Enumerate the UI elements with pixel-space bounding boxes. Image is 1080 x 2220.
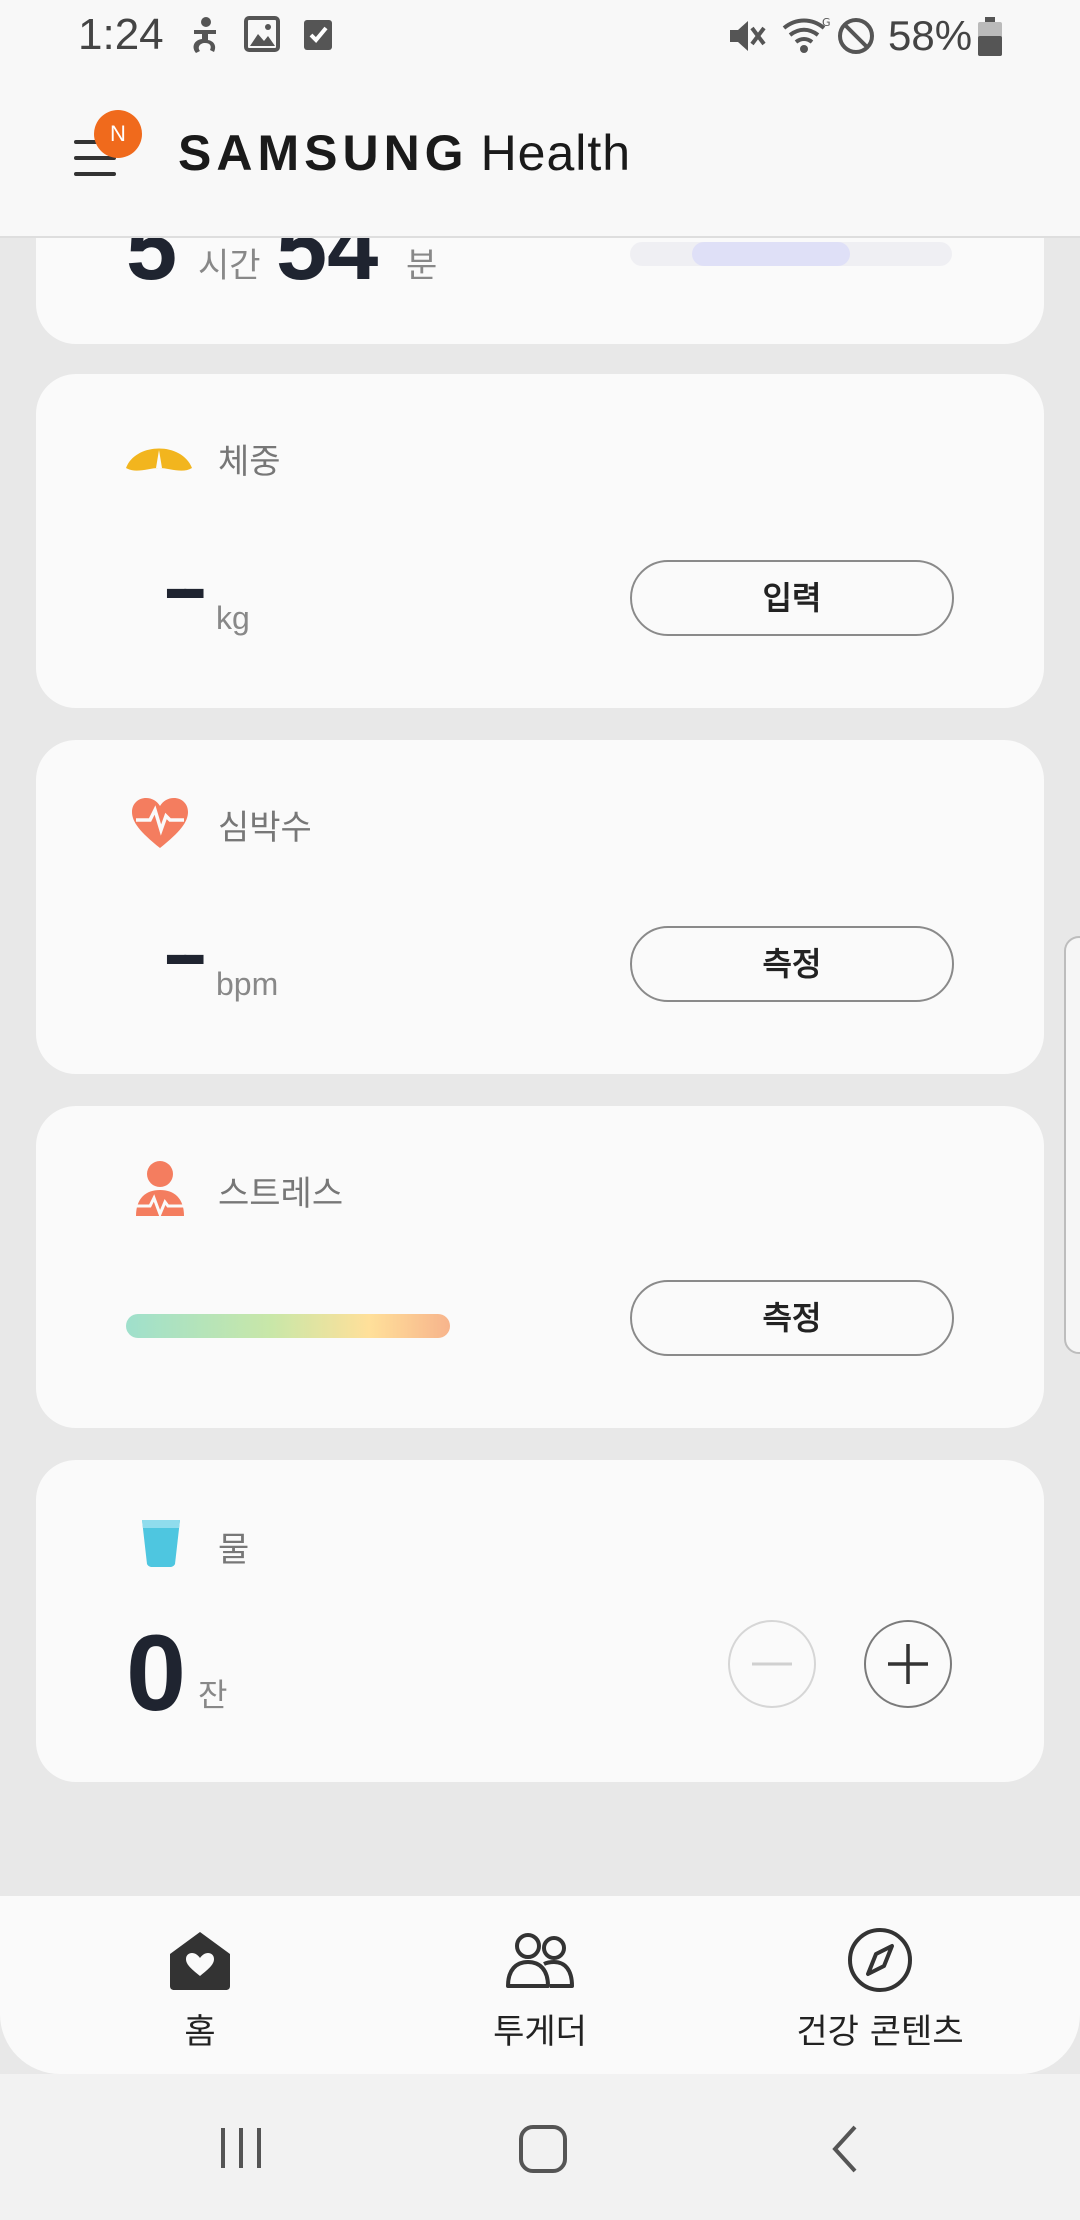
mute-icon bbox=[730, 21, 766, 51]
svg-text:G: G bbox=[822, 16, 831, 29]
stress-gradient-bar bbox=[126, 1314, 450, 1338]
weight-title: 체중 bbox=[218, 442, 281, 482]
nav-together-label: 투게더 bbox=[493, 2012, 587, 2052]
nav-health-content-label: 건강 콘텐츠 bbox=[796, 2012, 964, 2052]
app-logo: SAMSUNG Health bbox=[178, 124, 631, 182]
app-header: N SAMSUNG Health bbox=[0, 72, 1080, 238]
do-not-disturb-icon bbox=[838, 18, 874, 54]
heart-rate-measure-button[interactable]: 측정 bbox=[630, 926, 954, 1002]
edge-panel-handle[interactable] bbox=[1064, 936, 1080, 1354]
notification-badge: N bbox=[94, 110, 142, 158]
water-card[interactable]: 물 0 잔 bbox=[36, 1460, 1044, 1782]
brand-samsung: SAMSUNG bbox=[178, 125, 469, 181]
heart-rate-card[interactable]: 심박수 -- bpm 측정 bbox=[36, 740, 1044, 1074]
checkbox-icon bbox=[304, 20, 332, 50]
weight-input-button[interactable]: 입력 bbox=[630, 560, 954, 636]
heart-rate-title: 심박수 bbox=[218, 808, 312, 848]
bottom-nav: 홈 투게더 건강 콘텐츠 bbox=[0, 1896, 1080, 2074]
water-title: 물 bbox=[218, 1530, 250, 1570]
weight-unit: kg bbox=[216, 600, 250, 636]
nav-together[interactable]: 투게더 bbox=[360, 1896, 720, 2074]
heart-rate-unit: bpm bbox=[216, 966, 279, 1002]
water-glass-icon bbox=[142, 1520, 180, 1567]
water-unit: 잔 bbox=[198, 1676, 228, 1714]
status-bar: 1:24 G 58% bbox=[0, 0, 1080, 72]
stress-person-icon bbox=[134, 1161, 186, 1219]
gallery-icon bbox=[244, 16, 280, 52]
weight-card[interactable]: 체중 -- kg 입력 bbox=[36, 374, 1044, 708]
stress-measure-button[interactable]: 측정 bbox=[630, 1280, 954, 1356]
nav-home[interactable]: 홈 bbox=[20, 1896, 380, 2074]
compass-icon bbox=[848, 1928, 912, 1992]
weight-scale-icon bbox=[126, 448, 192, 471]
accessibility-icon bbox=[193, 17, 216, 53]
battery-icon bbox=[978, 17, 1002, 56]
heart-rate-value: -- bbox=[164, 911, 207, 996]
water-decrease-button[interactable] bbox=[728, 1620, 816, 1708]
recent-apps-icon[interactable] bbox=[218, 2126, 264, 2170]
back-icon[interactable] bbox=[830, 2124, 860, 2174]
home-system-icon[interactable] bbox=[518, 2124, 568, 2174]
system-nav-bar bbox=[0, 2074, 1080, 2220]
nav-health-content[interactable]: 건강 콘텐츠 bbox=[700, 1896, 1060, 2074]
water-increase-button[interactable] bbox=[864, 1620, 952, 1708]
sleep-progress-bar bbox=[630, 242, 952, 266]
stress-card[interactable]: 스트레스 측정 bbox=[36, 1106, 1044, 1428]
brand-health: Health bbox=[480, 125, 632, 181]
nav-home-label: 홈 bbox=[184, 2012, 216, 2052]
minus-icon bbox=[752, 1662, 792, 1666]
home-icon bbox=[170, 1932, 230, 1990]
battery-percent: 58% bbox=[888, 12, 973, 59]
wifi-icon: G bbox=[782, 16, 831, 53]
sleep-minutes-unit: 분 bbox=[406, 246, 438, 286]
sleep-hours-unit: 시간 bbox=[198, 246, 261, 286]
status-time: 1:24 bbox=[78, 10, 164, 59]
plus-icon bbox=[888, 1644, 928, 1684]
stress-title: 스트레스 bbox=[218, 1174, 344, 1214]
heart-rate-icon bbox=[132, 798, 188, 848]
weight-value: -- bbox=[164, 545, 207, 630]
together-icon bbox=[506, 1933, 574, 1988]
water-value: 0 bbox=[126, 1612, 187, 1733]
